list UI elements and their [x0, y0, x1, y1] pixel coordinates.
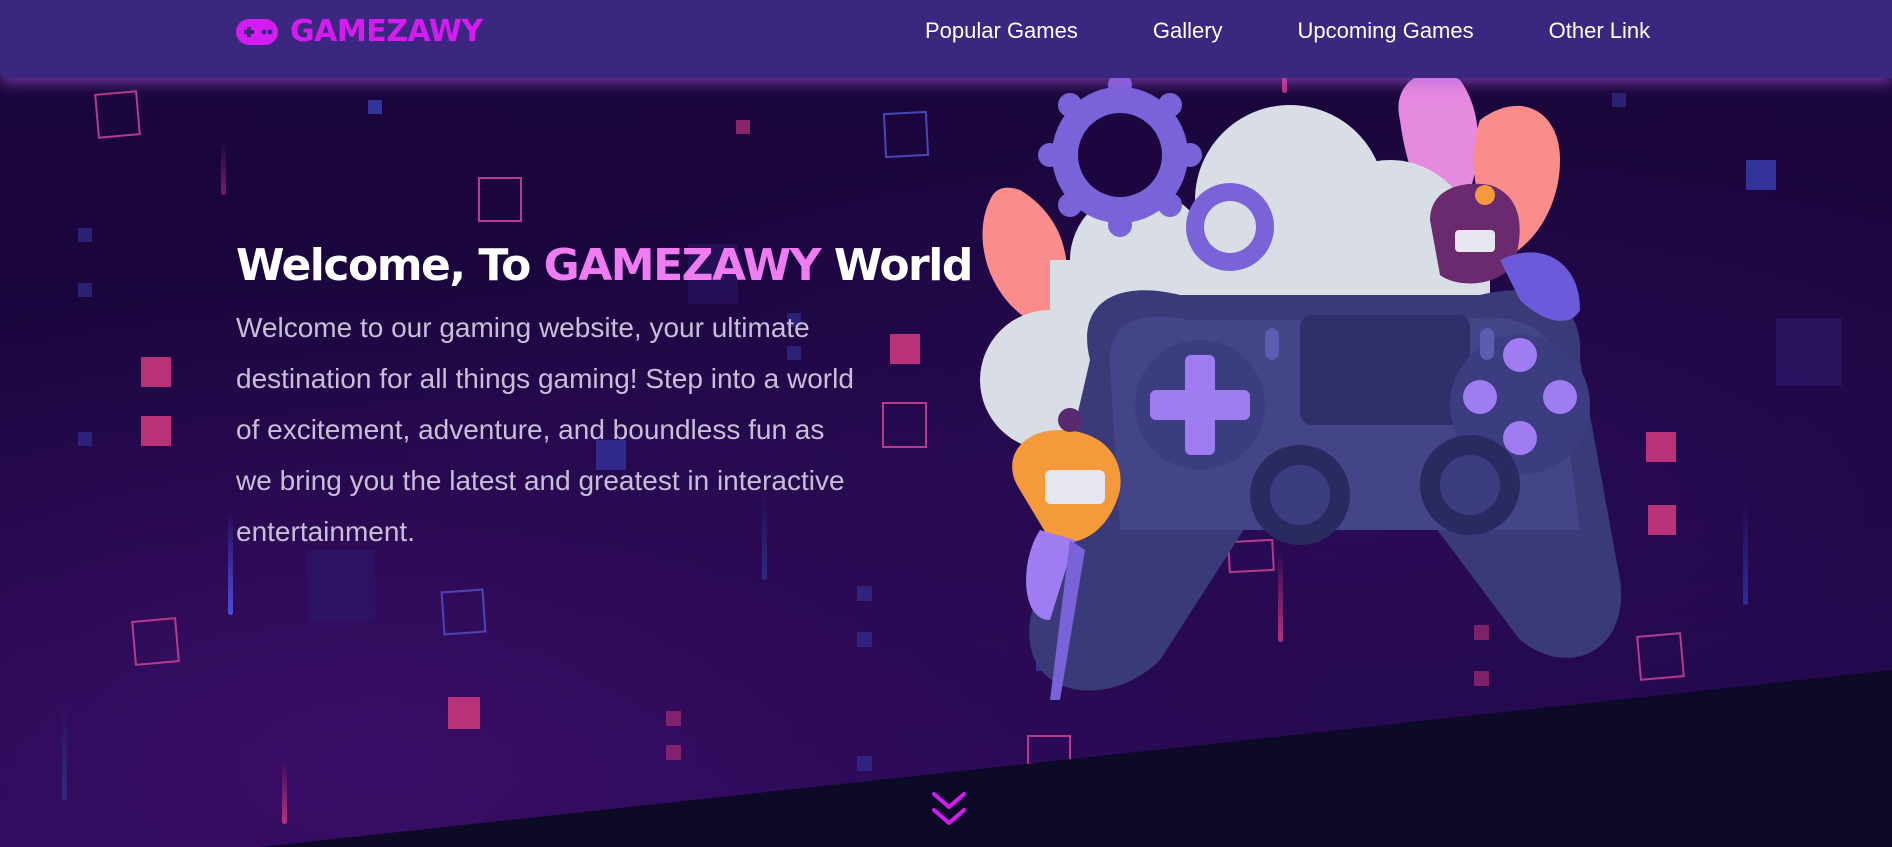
gear-icon: [1186, 183, 1274, 271]
decor-square: [307, 550, 375, 622]
gear-icon: [1038, 73, 1202, 237]
main-nav: Popular Games Gallery Upcoming Games Oth…: [925, 18, 1650, 44]
decor-square: [857, 632, 872, 647]
nav-link-upcoming-games[interactable]: Upcoming Games: [1298, 18, 1474, 44]
decor-square: [448, 697, 480, 729]
decor-square: [890, 334, 920, 364]
game-controller-illustration: [980, 72, 1622, 700]
decor-square: [78, 283, 92, 297]
decor-square: [666, 711, 681, 726]
light-streak: [221, 140, 226, 195]
hero-page: GAMEZAWY Popular Games Gallery Upcoming …: [0, 0, 1892, 847]
light-streak: [1743, 500, 1748, 605]
hero-title-suffix: World: [820, 240, 973, 291]
decor-square: [94, 90, 141, 139]
hero-title-prefix: Welcome, To: [236, 240, 544, 291]
decor-square: [736, 120, 750, 134]
light-streak: [62, 700, 67, 800]
nav-link-gallery[interactable]: Gallery: [1153, 18, 1223, 44]
decor-square: [1776, 318, 1842, 386]
hero-description: Welcome to our gaming website, your ulti…: [236, 312, 854, 547]
decor-square: [666, 745, 681, 760]
decor-square: [857, 586, 872, 601]
decor-square: [78, 432, 92, 446]
light-streak: [282, 760, 287, 824]
decor-square: [368, 100, 382, 114]
decor-square: [1027, 735, 1071, 765]
decor-square: [78, 228, 92, 242]
gamepad-icon: [236, 18, 278, 45]
brand-name: GAMEZAWY: [290, 14, 483, 49]
decor-square: [857, 756, 872, 771]
decor-square: [141, 357, 171, 387]
decor-square: [882, 110, 930, 159]
decor-square: [131, 617, 180, 666]
hero-title-accent: GAMEZAWY: [543, 240, 822, 291]
decor-square: [141, 416, 171, 446]
nav-link-popular-games[interactable]: Popular Games: [925, 18, 1078, 44]
nav-link-other[interactable]: Other Link: [1549, 18, 1651, 44]
brand-logo[interactable]: GAMEZAWY: [236, 14, 483, 49]
decor-square: [478, 177, 522, 222]
decor-square: [882, 402, 927, 448]
light-streak: [228, 510, 233, 615]
double-chevron-down-icon[interactable]: [930, 790, 968, 830]
hero-title: Welcome, To GAMEZAWY World: [236, 240, 973, 291]
decor-square: [440, 588, 487, 636]
decor-square: [1746, 160, 1776, 190]
navbar: GAMEZAWY Popular Games Gallery Upcoming …: [0, 0, 1892, 78]
